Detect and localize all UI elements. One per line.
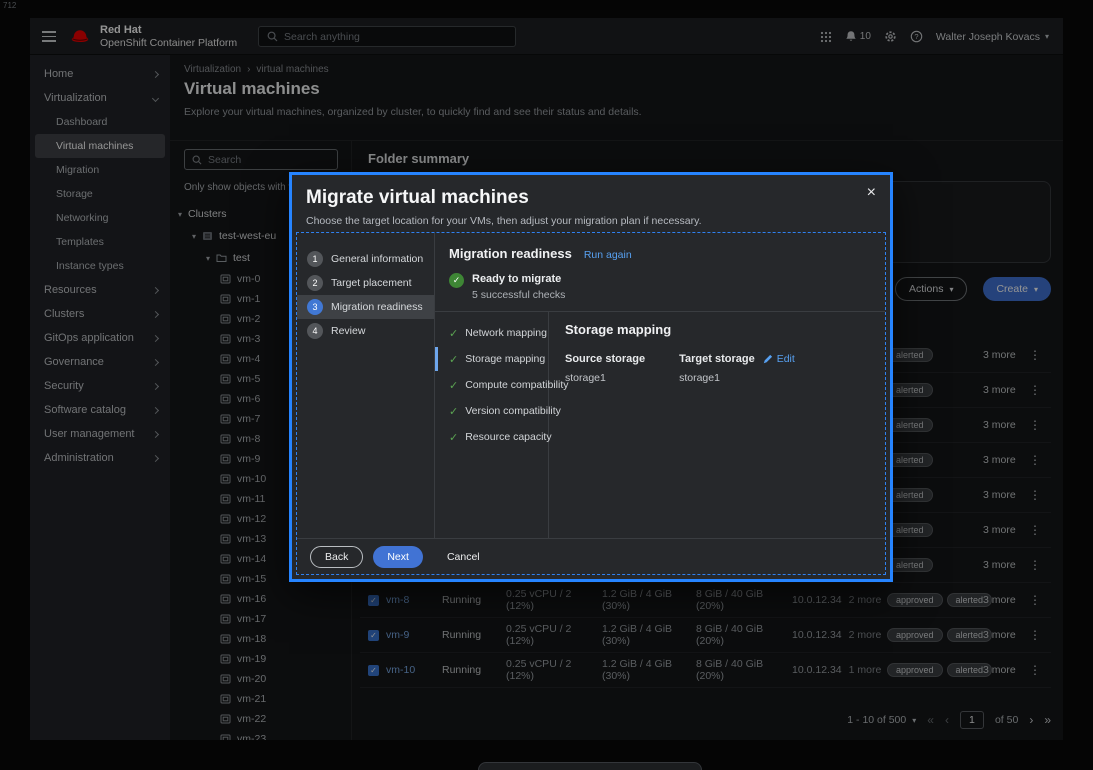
step-label: Review — [331, 325, 365, 337]
readiness-check-item[interactable]: ✓ Storage mapping — [449, 346, 548, 372]
step-label: Target placement — [331, 277, 412, 289]
target-storage-field: Target storage Edit storage1 — [679, 353, 795, 384]
back-button[interactable]: Back — [310, 546, 363, 568]
cancel-button[interactable]: Cancel — [441, 546, 486, 568]
check-icon: ✓ — [449, 327, 458, 340]
detail-fields: Source storage storage1 Target storage — [565, 353, 869, 384]
detail-heading: Storage mapping — [565, 322, 869, 337]
step-number: 2 — [307, 275, 323, 291]
wizard-body: 1 General information 2 Target placement… — [296, 232, 886, 575]
readiness-columns: ✓ Network mapping ✓ Storage mapping ✓ — [435, 311, 885, 538]
wizard-step[interactable]: 4 Review — [297, 319, 434, 343]
check-icon: ✓ — [449, 431, 458, 444]
target-storage-label-row: Target storage Edit — [679, 353, 795, 365]
readiness-status-text: Ready to migrate 5 successful checks — [472, 273, 565, 301]
success-circle-icon: ✓ — [449, 273, 464, 288]
modal-subtitle: Choose the target location for your VMs,… — [306, 215, 702, 227]
readiness-check-label: Storage mapping — [465, 353, 545, 365]
check-icon: ✓ — [449, 379, 458, 392]
readiness-check-label: Resource capacity — [465, 431, 551, 443]
next-button[interactable]: Next — [373, 546, 423, 568]
close-icon[interactable]: × — [867, 184, 876, 202]
target-storage-value: storage1 — [679, 372, 795, 384]
step-number: 1 — [307, 251, 323, 267]
run-again-link[interactable]: Run again — [584, 249, 632, 261]
source-storage-label: Source storage — [565, 353, 645, 365]
readiness-check-item[interactable]: ✓ Resource capacity — [449, 424, 548, 450]
wizard-step[interactable]: 2 Target placement — [297, 271, 434, 295]
readiness-check-label: Version compatibility — [465, 405, 561, 417]
readiness-check-label: Compute compatibility — [465, 379, 568, 391]
wizard-footer: Back Next Cancel — [297, 538, 885, 574]
readiness-check-item[interactable]: ✓ Compute compatibility — [449, 372, 548, 398]
source-storage-value: storage1 — [565, 372, 645, 384]
stray-label: 712 — [3, 1, 16, 10]
check-icon: ✓ — [449, 405, 458, 418]
readiness-status: ✓ Ready to migrate 5 successful checks — [435, 261, 885, 311]
step-label: Migration readiness — [331, 301, 423, 313]
readiness-check-label: Network mapping — [465, 327, 547, 339]
readiness-check-item[interactable]: ✓ Version compatibility — [449, 398, 548, 424]
readiness-check-item[interactable]: ✓ Network mapping — [449, 320, 548, 346]
migrate-vms-modal: Migrate virtual machines Choose the targ… — [289, 172, 893, 582]
screen: 712 Red Hat OpenShift Container Platform — [0, 0, 1093, 770]
source-storage-field: Source storage storage1 — [565, 353, 645, 384]
readiness-status-subtitle: 5 successful checks — [472, 289, 565, 301]
readiness-check-list: ✓ Network mapping ✓ Storage mapping ✓ — [435, 312, 549, 538]
edit-link-label: Edit — [777, 353, 795, 365]
step-label: General information — [331, 253, 423, 265]
wizard-steps-nav: 1 General information 2 Target placement… — [297, 233, 435, 538]
edit-link[interactable]: Edit — [763, 353, 795, 365]
wizard-content: Migration readiness Run again ✓ Ready to… — [435, 233, 885, 538]
readiness-status-title: Ready to migrate — [472, 273, 565, 285]
pencil-icon — [763, 354, 773, 364]
storage-mapping-detail: Storage mapping Source storage storage1 … — [549, 312, 885, 538]
wizard-step[interactable]: 1 General information — [297, 247, 434, 271]
readiness-header: Migration readiness Run again — [435, 233, 885, 261]
readiness-heading: Migration readiness — [449, 246, 572, 261]
modal-title: Migrate virtual machines — [306, 187, 529, 209]
dock-pill[interactable] — [478, 762, 702, 770]
check-icon: ✓ — [449, 353, 458, 366]
step-number: 3 — [307, 299, 323, 315]
step-number: 4 — [307, 323, 323, 339]
wizard-step[interactable]: 3 Migration readiness — [297, 295, 434, 319]
target-storage-label: Target storage — [679, 353, 755, 365]
